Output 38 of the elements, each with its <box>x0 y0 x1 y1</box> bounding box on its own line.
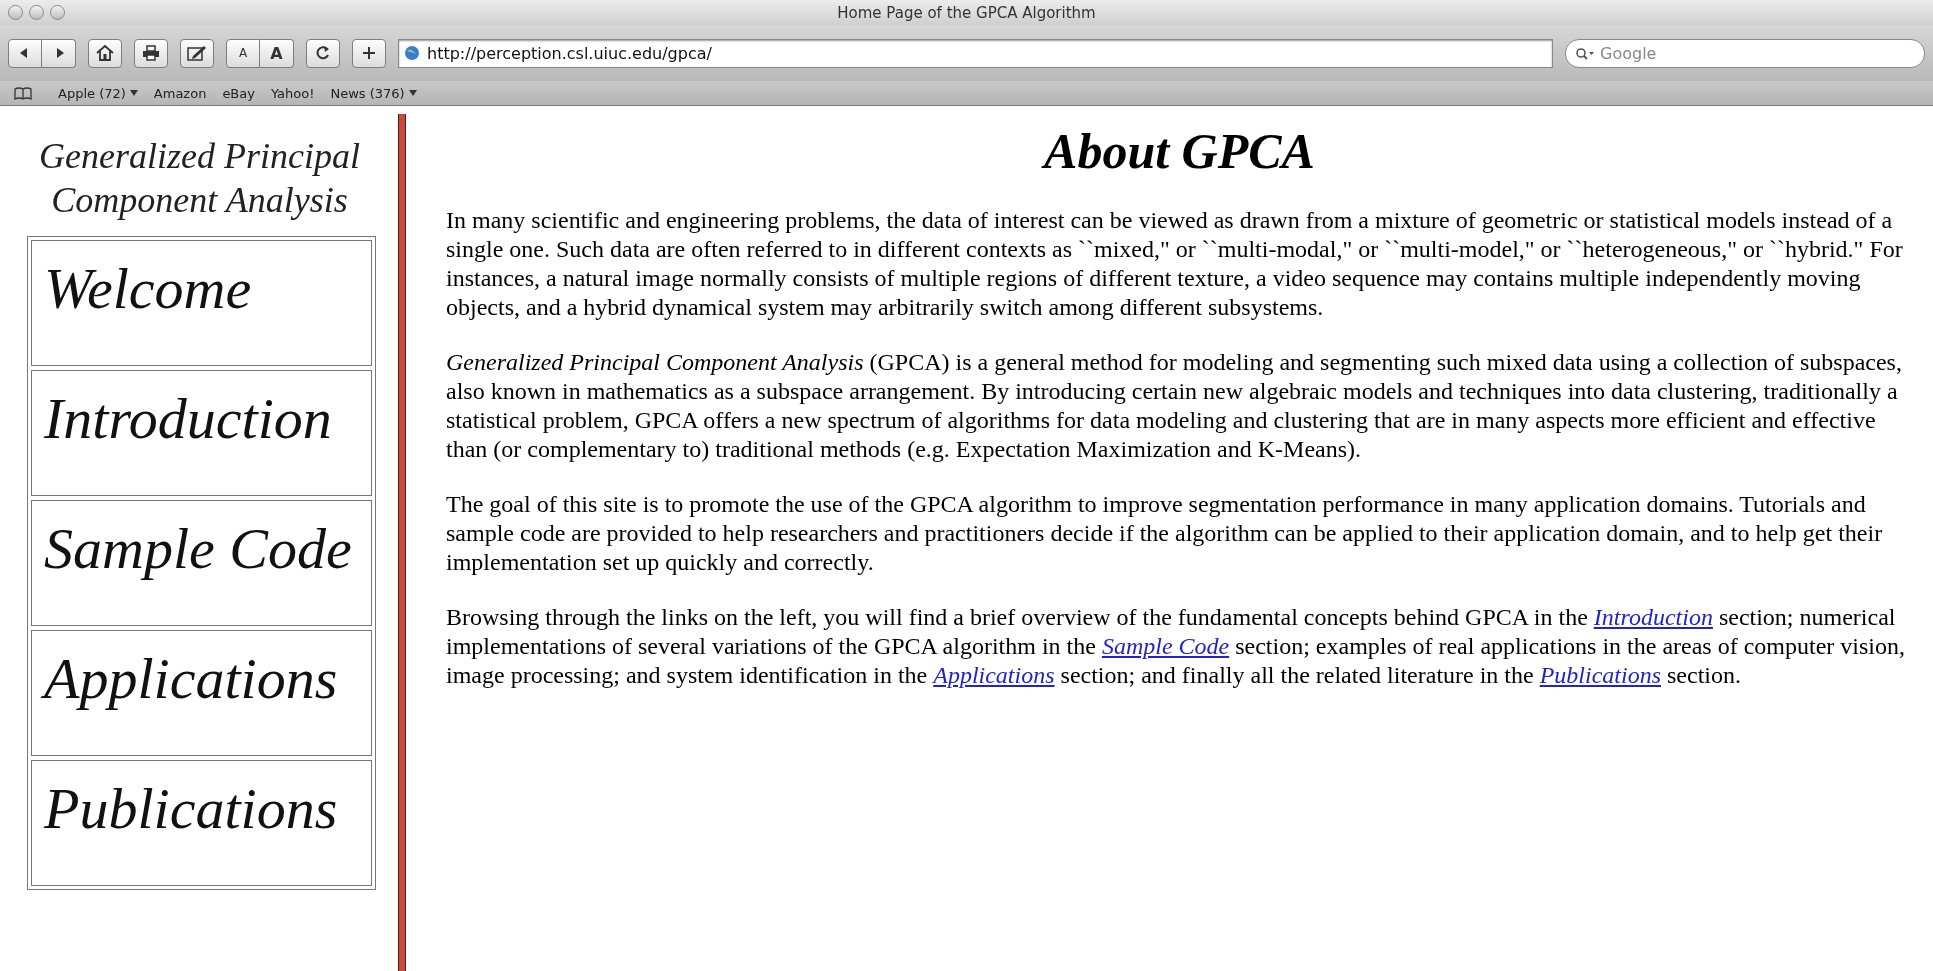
paragraph: Browsing through the links on the left, you will find a brief overview of the fundamental concepts behind GPCA in the Introduction section; numerical implementations of several variations of the GPCA algorithm in the Sample Code section; examples of real applications in the areas of computer vision, image processing; and system identification in the Applications section; and finally all the related literature in the Publications section. <box>446 603 1906 690</box>
text-size-button[interactable]: A <box>226 38 260 68</box>
text-size-button[interactable]: A <box>260 38 294 68</box>
nav-link[interactable]: Welcome <box>31 240 372 366</box>
reload-button[interactable] <box>306 38 340 68</box>
paragraph: Generalized Principal Component Analysis (GPCA) is a general method for modeling and segmenting such mixed data using a collection of subspaces, also known in mathematics as a subspace arrangement. By introducing certain new algebraic models and techniques into data clustering, traditionally a statistical problem, GPCA offers a new spectrum of algorithms for data modeling and clustering that are in many aspects more efficient and effective than (or complementary to) traditional methods (e.g. Expectation Maximization and K-Means). <box>446 348 1903 464</box>
nav-link[interactable]: Introduction <box>31 370 372 496</box>
printer-icon <box>142 45 160 61</box>
house-icon <box>96 45 114 61</box>
address-field[interactable]: http://perception.csl.uiuc.edu/gpca/ <box>398 38 1553 68</box>
bookmark-link[interactable]: Yahoo! <box>270 85 315 101</box>
text-link[interactable]: Applications <box>933 662 1055 688</box>
reload-icon <box>315 45 331 61</box>
forward-button[interactable] <box>42 38 76 68</box>
home-button[interactable] <box>88 38 122 68</box>
paragraph: In many scientific and engineering problems, the data of interest can be viewed as drawn from a mixture of geometric or statistical models instead of a single one. Such data are often referred to in different contexts as ``mixed," or ``multi-modal," or ``multi-model," or ``heterogeneous," or ``hybrid." For instances, a natural image normally consists of multiple regions of different texture, a video sequence may contains multiple independently moving objects, and a hybrid dynamical system may arbitrarily switch among different subsystems. <box>446 206 1904 322</box>
add-bookmark-button[interactable] <box>352 38 386 68</box>
nav-link[interactable]: Applications <box>31 630 372 756</box>
bookmark-link[interactable]: Apple (72) <box>58 85 138 101</box>
window-title: Home Page of the GPCA Algorithm <box>837 3 1096 22</box>
print-button[interactable] <box>134 38 168 68</box>
nav-link[interactable]: Publications <box>31 760 372 886</box>
pencil-icon <box>187 45 207 61</box>
edit-button[interactable] <box>180 38 214 68</box>
paragraph: The goal of this site is to promote the use of the GPCA algorithm to improve segmentation performance in many application domains. Tutorials and sample code are provided to help researchers and practitioners decide if the algorithm can be applied to their application domain, and to help get their implementation set up quickly and correctly. <box>446 490 1884 577</box>
bookmark-link[interactable]: News (376) <box>330 85 417 101</box>
page-heading: About GPCA <box>446 124 1913 178</box>
site-logo: Generalized Principal Component Analysis <box>38 135 361 222</box>
bookmarks-icon[interactable] <box>14 86 32 100</box>
back-button[interactable] <box>8 38 42 68</box>
nav-link[interactable]: Sample Code <box>31 500 372 626</box>
text-link[interactable]: Publications <box>1539 662 1662 688</box>
search-field[interactable]: Google <box>1565 38 1925 68</box>
text-link[interactable]: Sample Code <box>1101 633 1230 659</box>
bookmark-link[interactable]: eBay <box>222 85 255 101</box>
text-link[interactable]: Introduction <box>1593 604 1713 630</box>
bookmark-link[interactable]: Amazon <box>153 85 207 101</box>
plus-icon <box>362 46 376 60</box>
